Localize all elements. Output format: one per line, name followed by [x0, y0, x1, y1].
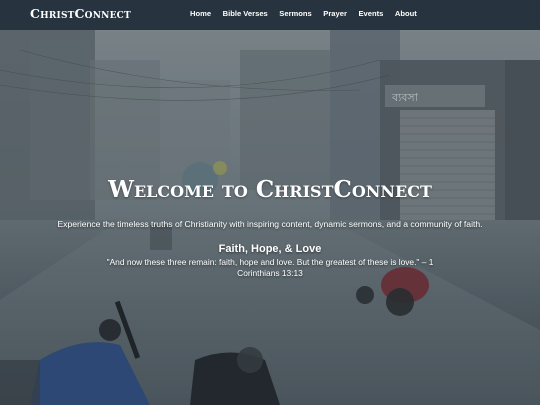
nav-links: Home Bible Verses Sermons Prayer Events … [190, 9, 428, 18]
nav-link-sermons[interactable]: Sermons [279, 9, 312, 18]
nav-link-about[interactable]: About [395, 9, 417, 18]
brand-logo[interactable]: ChristConnect [30, 6, 131, 21]
nav-link-home[interactable]: Home [190, 9, 211, 18]
nav-link-events[interactable]: Events [358, 9, 383, 18]
verse-text: "And now these three remain: faith, hope… [106, 257, 434, 278]
nav-link-prayer[interactable]: Prayer [323, 9, 347, 18]
hero-tagline: Experience the timeless truths of Christ… [57, 219, 483, 229]
hero-title: Welcome to ChristConnect [108, 176, 432, 203]
verse-heading: Faith, Hope, & Love [218, 243, 322, 255]
navbar: ChristConnect Home Bible Verses Sermons … [0, 0, 540, 30]
nav-link-bible-verses[interactable]: Bible Verses [223, 9, 268, 18]
hero-section: ব্যবসা Welcome to ChristConnect Experien… [0, 0, 540, 405]
